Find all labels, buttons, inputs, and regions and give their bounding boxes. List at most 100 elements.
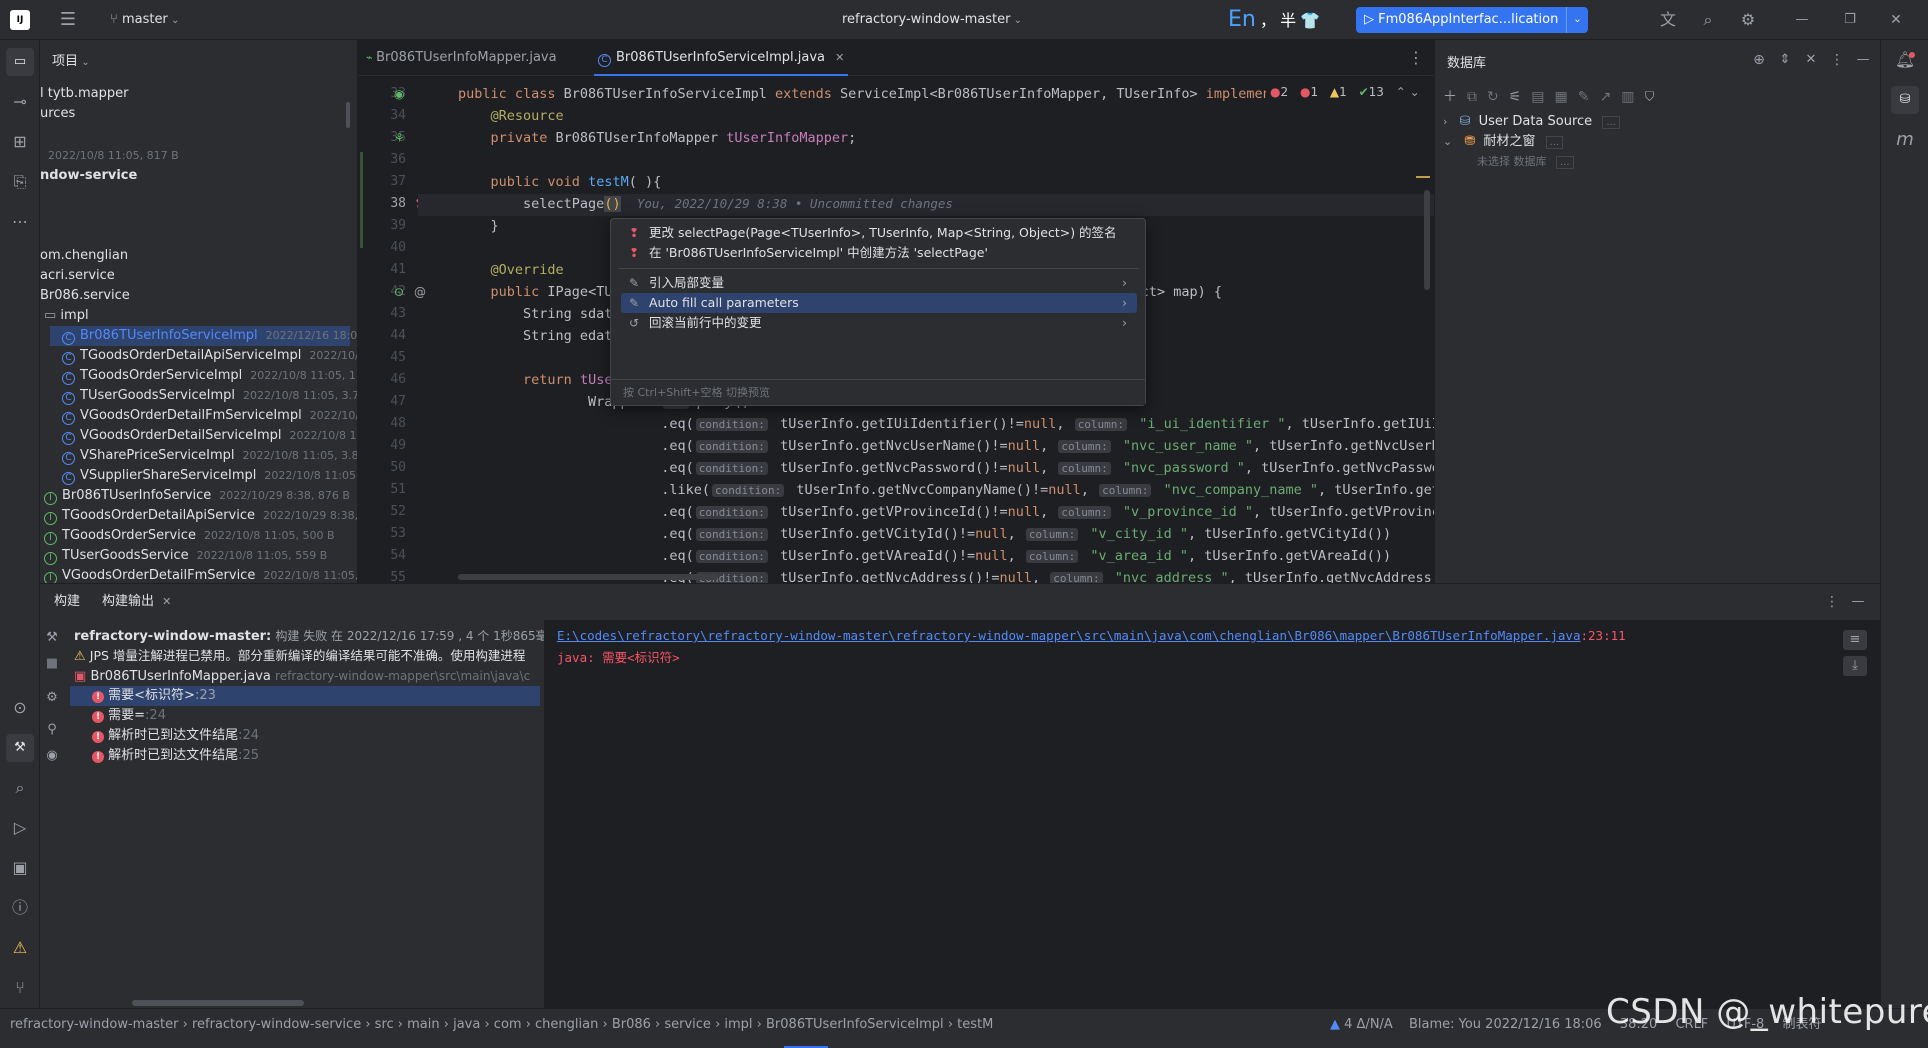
eye-icon[interactable]: ◉ bbox=[40, 746, 64, 766]
close-tab-icon[interactable]: ✕ bbox=[162, 595, 171, 608]
line-number[interactable]: 53 bbox=[376, 523, 406, 545]
breadcrumb-item[interactable]: testM bbox=[957, 1017, 993, 1032]
restore-icon[interactable]: ❐ bbox=[1838, 10, 1862, 30]
translate-icon[interactable]: 文 bbox=[1656, 10, 1680, 30]
breadcrumb-item[interactable]: refractory-window-master bbox=[10, 1017, 179, 1032]
stop-icon[interactable]: ▤ bbox=[1531, 89, 1554, 105]
line-number[interactable]: 34 bbox=[376, 105, 406, 127]
tree-item[interactable]: C VSupplierShareServiceImpl 2022/10/8 11:0… bbox=[62, 466, 357, 486]
breadcrumb-item[interactable]: service bbox=[664, 1017, 711, 1032]
horizontal-scrollbar[interactable] bbox=[132, 1000, 304, 1006]
console-file-link[interactable]: E:\codes\refractory\refractory-window-ma… bbox=[557, 628, 1581, 643]
tree-node[interactable]: om.chenglian bbox=[40, 246, 136, 266]
minimize-icon[interactable]: — bbox=[1790, 10, 1814, 30]
line-number[interactable]: 50 bbox=[376, 457, 406, 479]
vertical-scrollbar[interactable] bbox=[1424, 190, 1430, 290]
build-file-row[interactable]: ▣ Br086TUserInfoMapper.java refractory-w… bbox=[74, 666, 530, 686]
gear-icon[interactable]: ⚙ bbox=[1736, 10, 1760, 30]
build-tool-button[interactable]: ⚒ bbox=[6, 734, 34, 762]
close-tab-icon[interactable]: ✕ bbox=[835, 51, 844, 64]
build-warning[interactable]: ⚠ JPS 增量注解进程已禁用。部分重新编译的编译结果可能不准确。使用构建进程 bbox=[74, 646, 525, 666]
tree-item[interactable]: C VSharePriceServiceImpl 2022/10/8 11:05, … bbox=[62, 446, 357, 466]
options-icon[interactable]: ⋮ bbox=[1825, 50, 1849, 70]
tree-node[interactable]: acri.service bbox=[40, 266, 123, 286]
breadcrumb-item[interactable]: refractory-window-service bbox=[192, 1017, 361, 1032]
line-number[interactable]: 49 bbox=[376, 435, 406, 457]
menu-item-change-signature[interactable]: ❢ 更改 selectPage(Page<TUserInfo>, TUserIn… bbox=[621, 223, 1137, 243]
inspection-widget[interactable]: ●2 ●1 ▲1 ✔13 ⌃ ⌄ bbox=[1266, 82, 1420, 102]
line-number[interactable]: 36 bbox=[376, 149, 406, 171]
close-icon[interactable]: ✕ bbox=[1884, 10, 1908, 30]
project-title[interactable]: refractory-window-master ⌄ bbox=[842, 8, 1022, 32]
chevron-up-icon[interactable]: ⌃ bbox=[1396, 85, 1406, 99]
db-item-user-data-source[interactable]: › ⛁ User Data Source ... bbox=[1443, 112, 1620, 132]
console-icon[interactable]: ▥ bbox=[1621, 89, 1644, 105]
build-error-row[interactable]: ! 解析时已到达文件结尾:25 bbox=[92, 746, 259, 766]
bean-gutter-icon[interactable]: ⚘ bbox=[394, 127, 405, 149]
menu-item-rollback[interactable]: ↺ 回滚当前行中的变更 › bbox=[621, 313, 1137, 333]
build-error-row[interactable]: ! 需要<标识符>:23 bbox=[70, 686, 540, 706]
tree-item[interactable]: C Br086TUserInfoServiceImpl 2022/12/16 18:… bbox=[50, 326, 357, 346]
tree-node[interactable]: ndow-service bbox=[40, 166, 145, 186]
vcs-change-marker[interactable] bbox=[360, 152, 363, 248]
tab-build-output[interactable]: 构建输出 ✕ bbox=[102, 584, 171, 620]
tab-service-impl[interactable]: C Br086TUserInfoServiceImpl.java ✕ bbox=[594, 40, 849, 76]
filter-icon[interactable]: ⛉ bbox=[1644, 89, 1664, 105]
tree-item[interactable]: C VGoodsOrderDetailFmServiceImpl 2022/10/8 bbox=[62, 406, 357, 426]
minimize-icon[interactable]: — bbox=[1846, 592, 1870, 612]
line-number[interactable]: 55 bbox=[376, 567, 406, 583]
line-number[interactable]: 44 bbox=[376, 325, 406, 347]
main-menu-icon[interactable]: ☰ bbox=[56, 10, 80, 30]
tree-item[interactable]: C VGoodsOrderDetailServiceImpl 2022/10/8 1… bbox=[62, 426, 357, 446]
services-icon[interactable]: ⊙ bbox=[8, 698, 32, 718]
breadcrumb-item[interactable]: Br086TUserInfoServiceImpl bbox=[766, 1017, 944, 1032]
tree-item[interactable]: I TGoodsOrderService 2022/10/8 11:05, 500 … bbox=[44, 526, 335, 546]
run-icon[interactable]: ▷ bbox=[8, 818, 32, 838]
run-gutter-icon[interactable]: ◉ bbox=[394, 83, 404, 105]
tree-node[interactable]: urces bbox=[40, 104, 83, 124]
line-number[interactable]: 52 bbox=[376, 501, 406, 523]
line-number[interactable]: 41 bbox=[376, 259, 406, 281]
breadcrumb-item[interactable]: main bbox=[407, 1017, 439, 1032]
tree-node[interactable]: l tytb.mapper bbox=[40, 84, 137, 104]
close-icon[interactable]: ✕ bbox=[1799, 50, 1823, 70]
breadcrumb-item[interactable]: src bbox=[375, 1017, 394, 1032]
project-tool-button[interactable]: ▭ bbox=[6, 48, 34, 76]
breadcrumb-item[interactable]: chenglian bbox=[535, 1017, 598, 1032]
project-panel-title[interactable]: 项目 ⌄ bbox=[52, 50, 90, 69]
build-error-row[interactable]: ! 需要=:24 bbox=[92, 706, 166, 726]
database-tool-button[interactable]: ⛁ bbox=[1891, 86, 1919, 114]
annotation-gutter-icon[interactable]: @ bbox=[414, 281, 426, 303]
folder-impl[interactable]: ▭ impl bbox=[44, 306, 97, 326]
tree-item[interactable]: I Br086TUserInfoService 2022/10/29 8:38, 8… bbox=[44, 486, 350, 506]
run-config-button[interactable]: ▷ Fm086AppInterfac...lication ⌄ bbox=[1356, 7, 1588, 33]
menu-item-auto-fill[interactable]: ✎ Auto fill call parameters › bbox=[621, 293, 1137, 313]
line-number[interactable]: 54 bbox=[376, 545, 406, 567]
db-item-naicai[interactable]: ⌄ ⛃ 耐材之窗 ... bbox=[1443, 132, 1564, 152]
app-logo[interactable]: IJ bbox=[10, 10, 30, 30]
bookmark-icon[interactable]: ⎘ bbox=[8, 172, 32, 192]
gear-icon[interactable]: ⚙ bbox=[40, 688, 64, 708]
line-number[interactable]: 46 bbox=[376, 369, 406, 391]
tree-node[interactable]: 2022/10/8 11:05, 817 B bbox=[40, 146, 179, 166]
breadcrumb-item[interactable]: com bbox=[494, 1017, 522, 1032]
refresh-icon[interactable]: ↻ bbox=[1487, 89, 1509, 105]
tab-mapper[interactable]: ⌁ Br086TUserInfoMapper.java bbox=[366, 40, 557, 76]
breadcrumb-item[interactable]: Br086 bbox=[612, 1017, 651, 1032]
soft-wrap-icon[interactable]: ≡ bbox=[1843, 630, 1867, 650]
expand-collapse-icon[interactable]: ⇕ bbox=[1773, 50, 1797, 70]
add-icon[interactable]: ＋ bbox=[1443, 89, 1467, 105]
override-gutter-icon[interactable]: ⊙ bbox=[394, 281, 404, 303]
blame-status[interactable]: Blame: You 2022/12/16 18:06 bbox=[1409, 1017, 1602, 1032]
line-number[interactable]: 45 bbox=[376, 347, 406, 369]
breadcrumb-item[interactable]: impl bbox=[724, 1017, 752, 1032]
ime-indicator[interactable]: En ， 半 👕 bbox=[1228, 6, 1320, 34]
minimize-icon[interactable]: — bbox=[1851, 50, 1875, 70]
line-number[interactable]: 43 bbox=[376, 303, 406, 325]
properties-icon[interactable]: ⚟ bbox=[1509, 89, 1532, 105]
structure-icon[interactable]: ⊞ bbox=[8, 132, 32, 152]
tree-item[interactable]: I TUserGoodsService 2022/10/8 11:05, 559 B bbox=[44, 546, 327, 566]
warning-icon[interactable]: ⚠ bbox=[8, 938, 32, 958]
build-header[interactable]: refractory-window-master: 构建 失败 在 2022/1… bbox=[74, 626, 544, 646]
line-number[interactable]: 51 bbox=[376, 479, 406, 501]
